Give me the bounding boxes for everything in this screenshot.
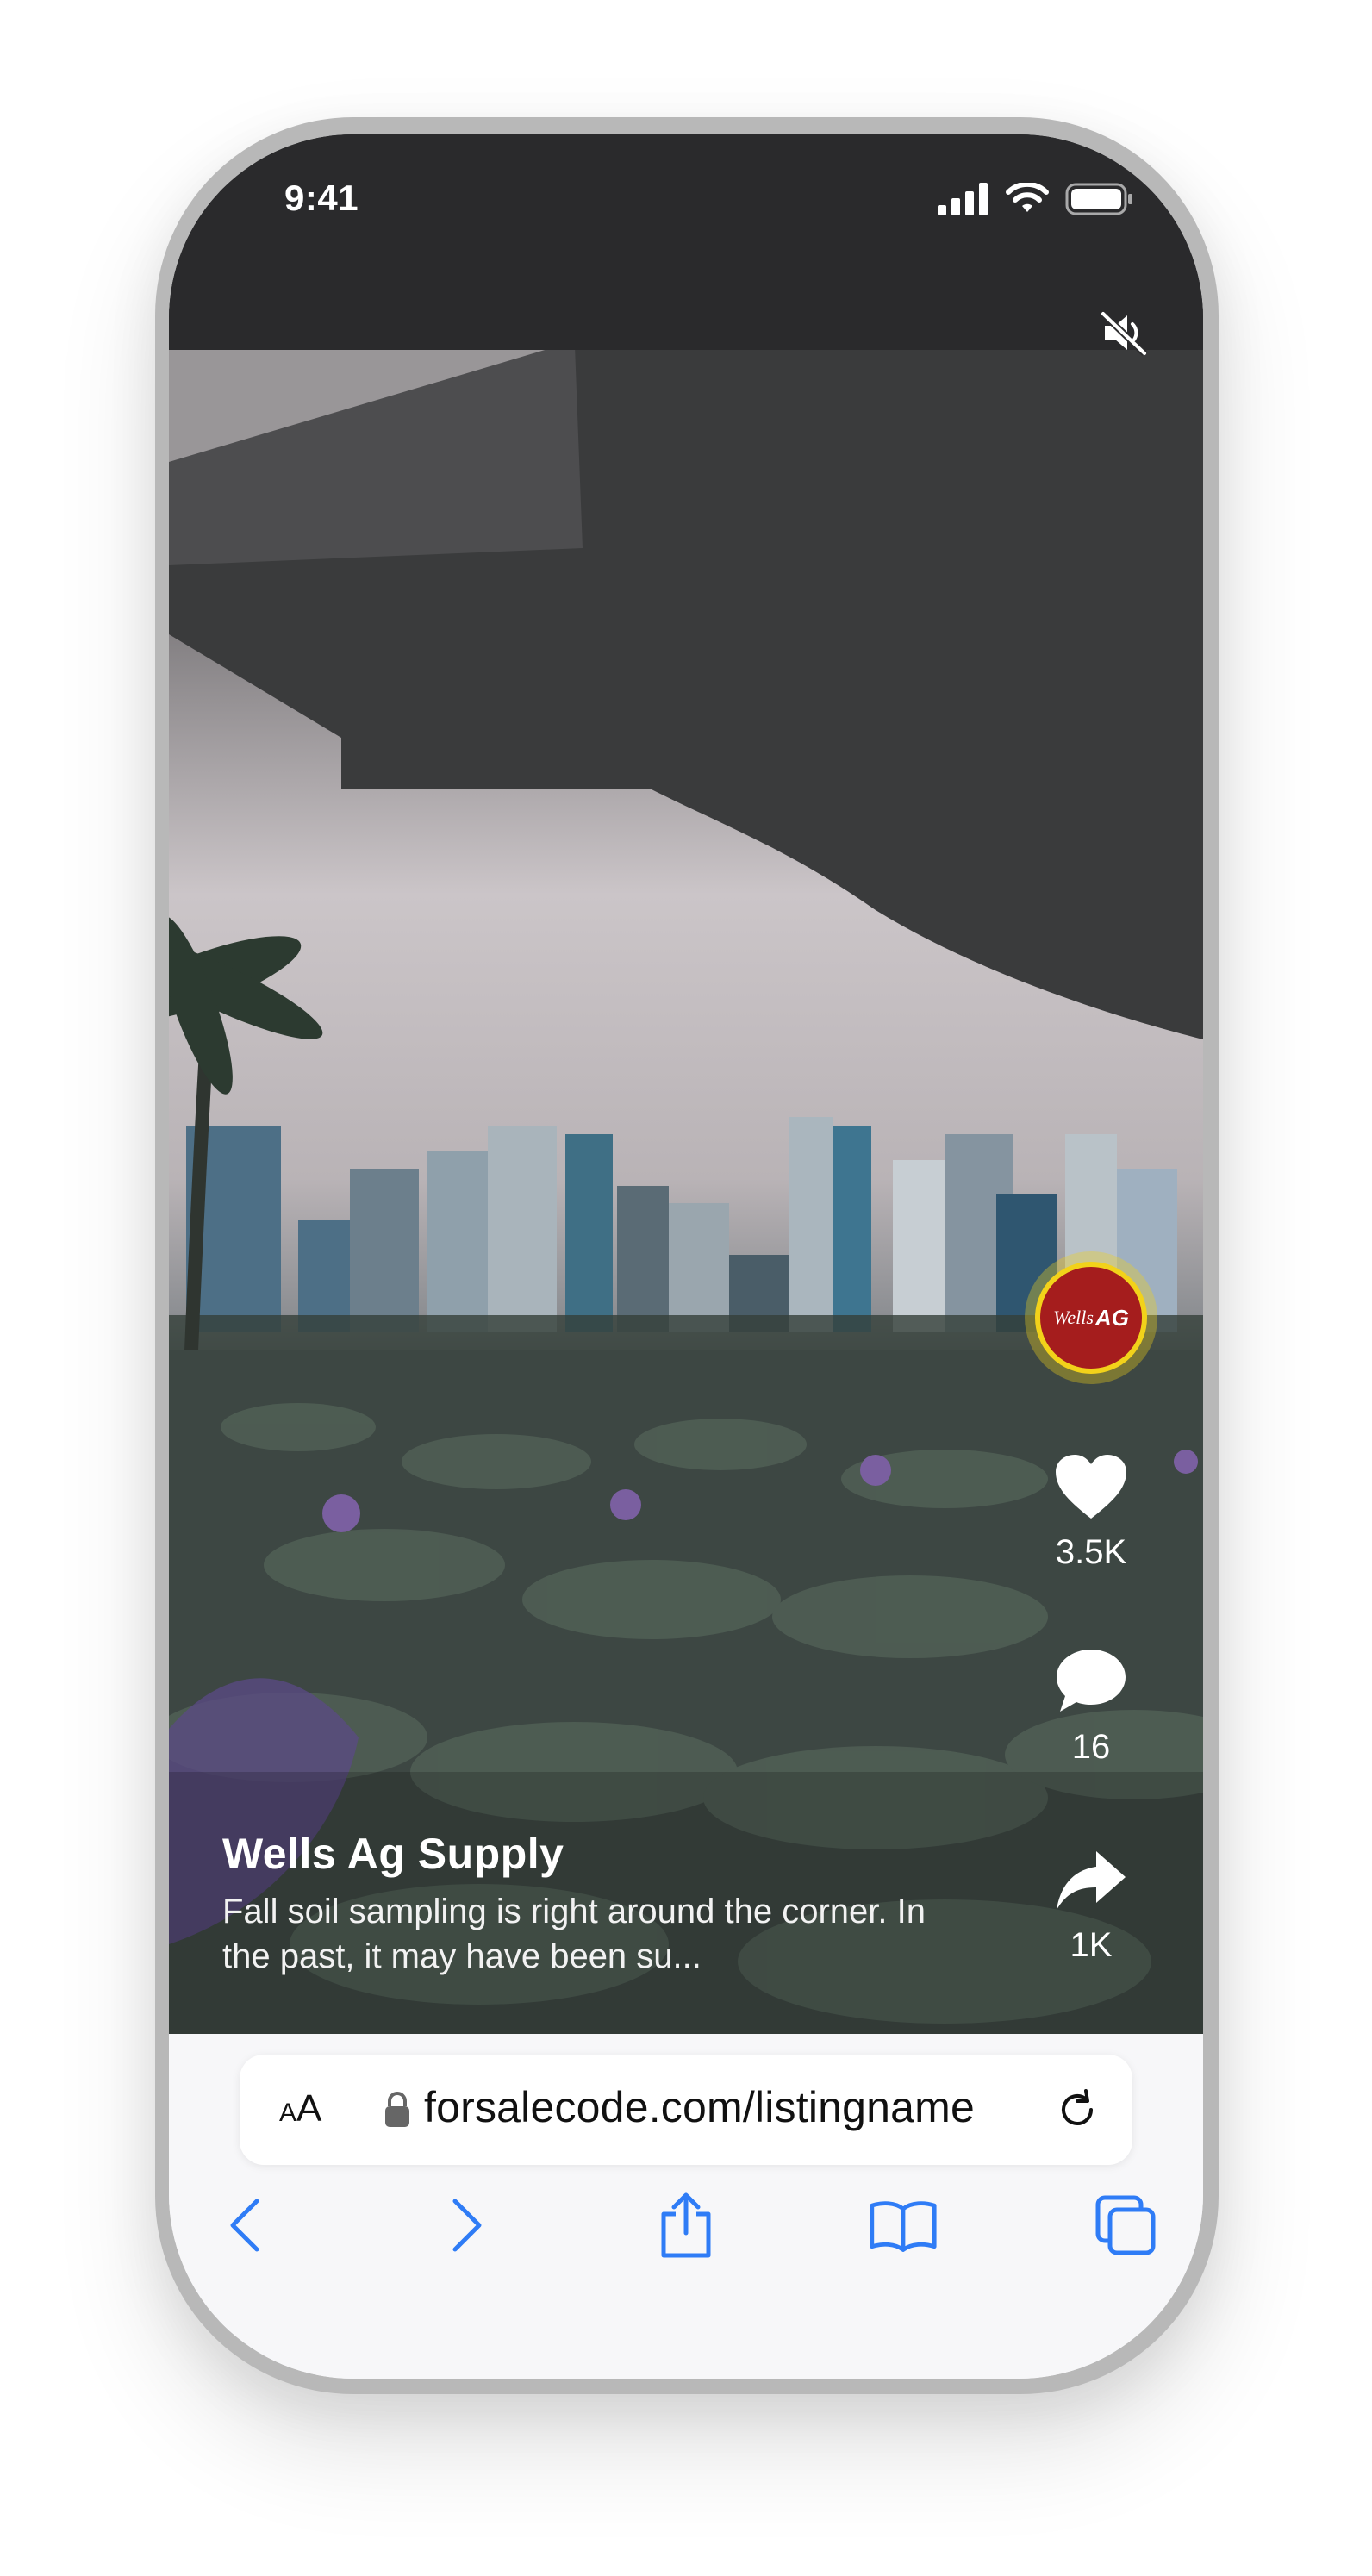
share-count: 1K — [1070, 1926, 1113, 1964]
chevron-left-icon — [230, 2199, 259, 2252]
account-avatar[interactable]: Wells AG — [1035, 1262, 1147, 1374]
phone-screen: 9:41 Wells AG 3.5K 16 1K Wells Ag Supply… — [169, 134, 1203, 2379]
wifi-icon — [1006, 183, 1049, 212]
lock-icon — [385, 2092, 409, 2127]
status-icons — [938, 183, 1134, 215]
share-button[interactable]: 1K — [1031, 1849, 1151, 1965]
post-description[interactable]: Fall soil sampling is right around the c… — [222, 1889, 964, 1979]
tabs-icon — [1095, 2195, 1156, 2255]
post-caption: Wells Ag Supply Fall soil sampling is ri… — [222, 1829, 964, 1979]
video-player[interactable]: 9:41 Wells AG 3.5K 16 1K Wells Ag Supply… — [169, 134, 1203, 2034]
chevron-right-icon — [452, 2199, 482, 2252]
address-bar[interactable]: AA forsalecode.com/listingname — [240, 2055, 1132, 2165]
comment-icon — [1057, 1650, 1126, 1712]
heart-icon — [1056, 1455, 1126, 1519]
mute-icon[interactable] — [1098, 307, 1150, 359]
comment-button[interactable]: 16 — [1031, 1648, 1151, 1767]
book-icon — [870, 2201, 937, 2252]
share-page-button[interactable] — [652, 2191, 720, 2260]
battery-icon — [1065, 183, 1132, 215]
share-arrow-icon — [1057, 1851, 1126, 1910]
forward-button[interactable] — [433, 2191, 502, 2260]
status-time: 9:41 — [284, 178, 359, 218]
url-text[interactable]: forsalecode.com/listingname — [424, 2082, 975, 2132]
back-button[interactable] — [210, 2191, 279, 2260]
bookmarks-button[interactable] — [869, 2191, 938, 2260]
like-button[interactable]: 3.5K — [1031, 1453, 1151, 1572]
text-size-button[interactable]: AA — [279, 2087, 321, 2130]
avatar-logo-text-bold: AG — [1094, 1304, 1129, 1331]
avatar-logo-text: Wells — [1053, 1307, 1094, 1328]
like-count: 3.5K — [1055, 1533, 1127, 1571]
signal-icon — [938, 183, 988, 215]
comment-count: 16 — [1071, 1728, 1111, 1766]
account-name[interactable]: Wells Ag Supply — [222, 1829, 964, 1879]
share-icon — [661, 2192, 711, 2258]
tabs-button[interactable] — [1091, 2191, 1160, 2260]
reload-icon[interactable] — [1053, 2086, 1101, 2134]
